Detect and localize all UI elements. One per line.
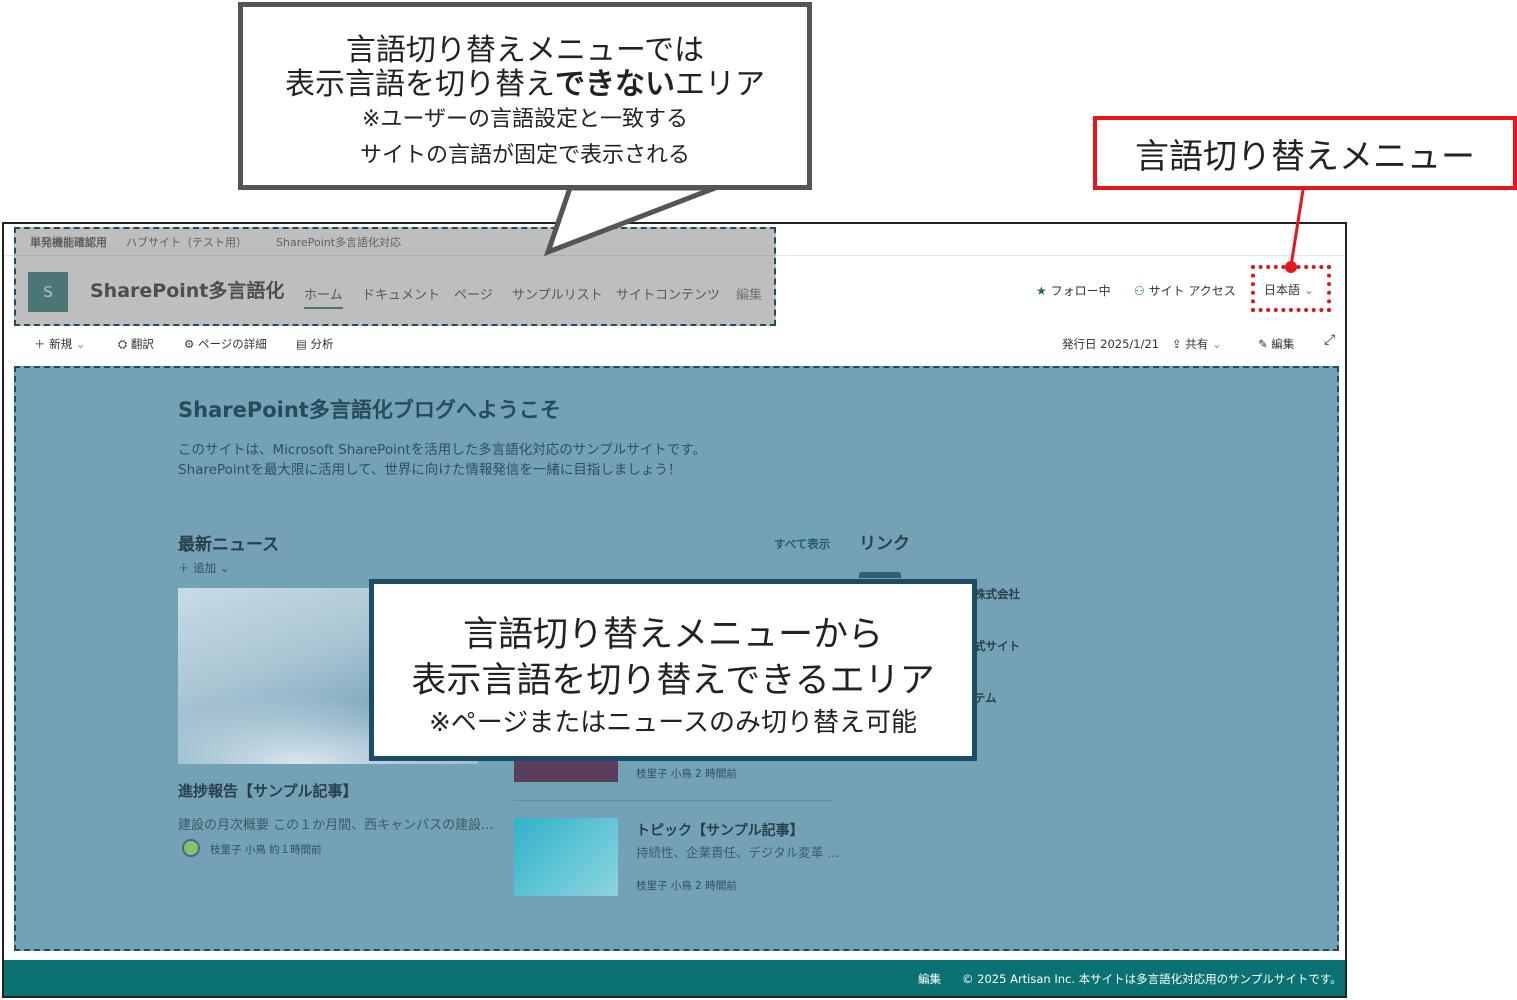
site-access-button[interactable]: ⚇ サイト アクセス [1134,282,1236,299]
pencil-icon: ✎ [1258,337,1268,351]
news-item-1-author: 枝里子 小鳥 約１時間前 [210,844,322,856]
page-details-button[interactable]: ⚙ ページの詳細 [184,336,267,352]
link-item-3[interactable]: テム [974,690,997,706]
link-item-tab [859,572,901,578]
share-icon: ⇪ [1172,337,1182,351]
translate-button[interactable]: ⛭ 翻訳 [118,336,154,352]
chevron-down-icon: ⌄ [75,337,86,351]
news-see-all-link[interactable]: すべて表示 [774,536,830,552]
published-date: 発行日 2025/1/21 [1062,337,1160,351]
language-menu-callout: 言語切り替えメニュー [1093,116,1517,190]
news-item-1-description: 建設の月次概要 この１か月間、西キャンパスの建設... [178,818,494,833]
callout-center-line-3: ※ページまたはニュースのみ切り替え可能 [429,708,917,738]
non-switchable-area-callout: 言語切り替えメニューでは 表示言語を切り替えできないエリア ※ユーザーの言語設定… [238,2,812,190]
chart-icon: ▤ [296,337,307,351]
callout-top-line-4: サイトの言語が固定で表示される [359,143,690,168]
switchable-area-callout: 言語切り替えメニューから 表示言語を切り替えできるエリア ※ページまたはニュース… [369,579,977,761]
news-item-2-author: 枝里子 小鳥 2 時間前 [636,768,737,780]
new-label: 新規 [49,337,73,351]
chevron-down-icon: ⌄ [1211,337,1222,351]
new-button[interactable]: ＋ 新規 ⌄ [34,336,85,352]
welcome-text-line-1: このサイトは、Microsoft SharePointを活用した多言語化対応のサ… [178,442,706,458]
news-item-2-thumbnail[interactable] [514,758,618,782]
callout-top-line-2: 表示言語を切り替えできないエリア [243,59,807,103]
gear-icon: ⚙ [184,337,195,351]
callout-top-line-2-post: エリア [675,67,765,102]
callout-top-line-2-bold: できない [555,67,675,102]
share-button[interactable]: ⇪ 共有 ⌄ [1172,336,1222,352]
links-section-title: リンク [859,534,910,554]
edit-button[interactable]: ✎ 編集 [1258,336,1294,352]
news-item-3-description: 持続性、企業責任、デジタル変革 ... [636,845,840,860]
avatar [182,839,200,857]
welcome-text-line-2: SharePointを最大限に活用して、世界に向けた情報発信を一緒に目指しましょ… [178,462,682,478]
plus-icon: ＋ [34,337,46,351]
footer-copyright: © 2025 Artisan Inc. 本サイトは多言語化対応用のサンプルサイト… [962,972,1342,986]
news-add-label: 追加 [193,561,217,575]
footer-edit-link[interactable]: 編集 [918,971,941,987]
site-access-label: サイト アクセス [1148,284,1236,298]
analytics-button[interactable]: ▤ 分析 [296,336,334,352]
news-section-title: 最新ニュース [178,535,280,555]
analytics-label: 分析 [310,337,334,351]
page-details-label: ページの詳細 [197,337,267,351]
language-switcher-highlight [1251,265,1331,312]
link-item-2[interactable]: 式サイト [974,638,1020,654]
follow-label: フォロー中 [1050,284,1111,298]
callout-top-line-2-pre: 表示言語を切り替え [285,67,555,102]
chevron-down-icon: ⌄ [219,561,230,575]
share-label: 共有 [1185,337,1209,351]
news-item-1-title[interactable]: 進捗報告【サンプル記事】 [178,780,358,801]
link-item-1[interactable]: 株式会社 [974,586,1020,602]
news-item-3-author: 枝里子 小鳥 2 時間前 [636,880,737,892]
follow-button[interactable]: ★ フォロー中 [1036,282,1111,299]
translate-icon: ⛭ [118,337,128,351]
expand-icon[interactable]: ⤢ [1324,332,1335,348]
star-icon: ★ [1036,284,1047,298]
edit-label: 編集 [1271,337,1295,351]
news-add-button[interactable]: ＋ 追加 ⌄ [178,560,229,576]
non-switchable-area-overlay [14,227,776,326]
translate-label: 翻訳 [130,337,154,351]
callout-center-line-1: 言語切り替えメニューから [462,615,883,655]
plus-icon: ＋ [178,561,190,575]
callout-center-line-2: 表示言語を切り替えできるエリア [411,661,935,701]
news-item-3-title[interactable]: トピック【サンプル記事】 [636,820,804,840]
welcome-title: SharePoint多言語化ブログへようこそ [178,398,561,422]
people-icon: ⚇ [1134,284,1145,298]
callout-top-line-3: ※ユーザーの言語設定と一致する [362,107,688,132]
divider [514,800,834,801]
news-item-3-thumbnail[interactable] [514,818,618,896]
